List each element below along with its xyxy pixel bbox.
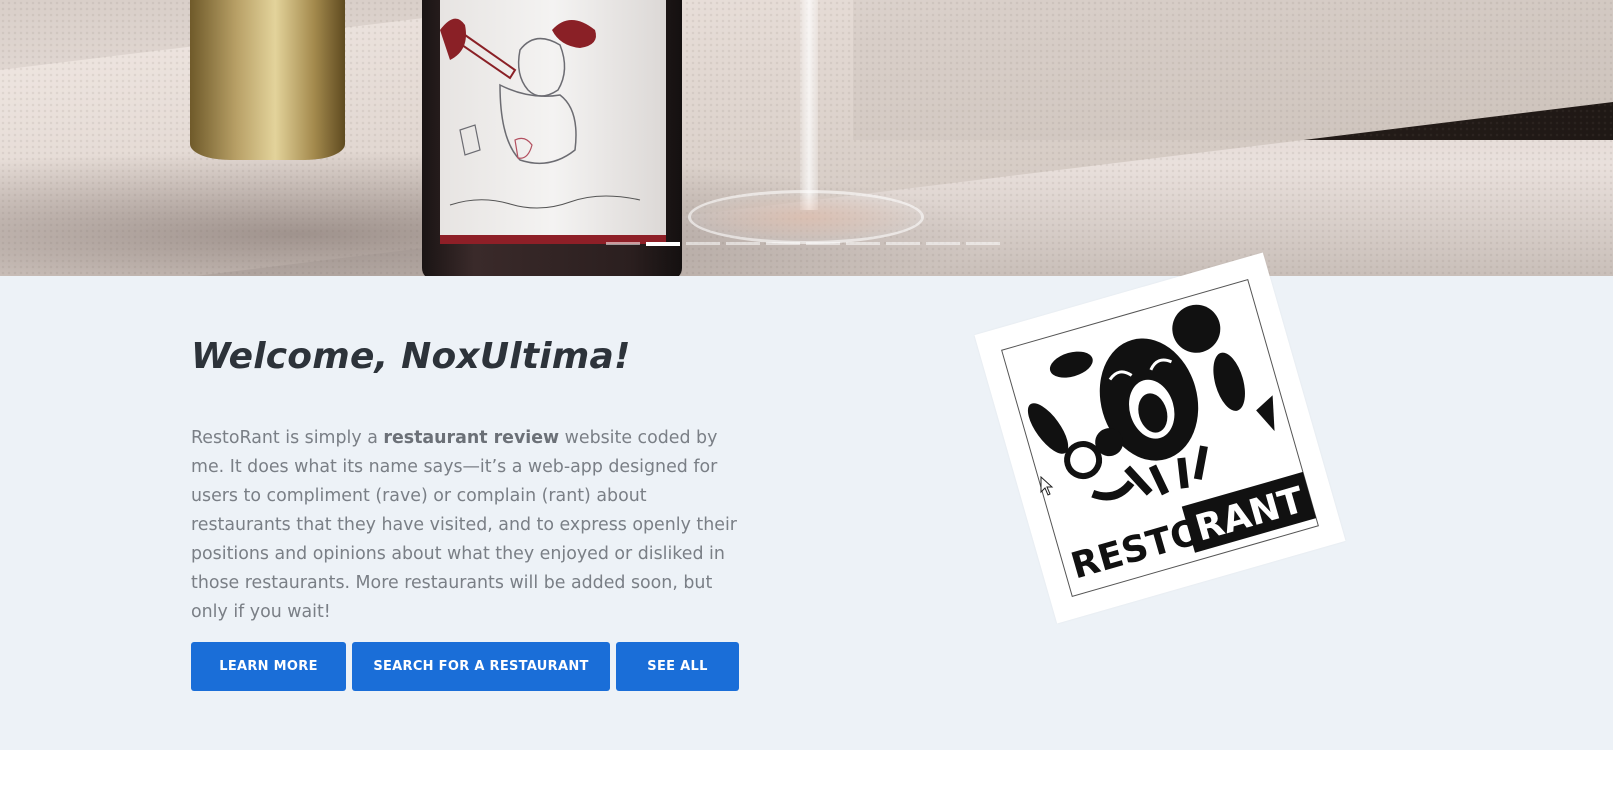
carousel-indicator[interactable] (606, 242, 640, 245)
intro-text-start: RestoRant is simply a (191, 428, 384, 448)
intro-text-bold: restaurant review (383, 428, 560, 448)
carousel-indicator[interactable] (846, 242, 880, 245)
page-bottom (0, 750, 1613, 790)
carousel-indicator[interactable] (766, 242, 800, 245)
intro-text-end: website coded by me. It does what its na… (191, 428, 737, 622)
hero-carousel (0, 0, 1613, 276)
carousel-indicator[interactable] (926, 242, 960, 245)
logo-text-resto: RESTO (1067, 511, 1207, 587)
see-all-button[interactable]: SEE ALL (616, 642, 739, 691)
carousel-indicator[interactable] (886, 242, 920, 245)
action-buttons: LEARN MORE SEARCH FOR A RESTAURANT SEE A… (191, 642, 739, 691)
learn-more-button[interactable]: LEARN MORE (191, 642, 346, 691)
hero-wine-glass-base (688, 190, 924, 244)
hero-bottle-label (440, 0, 666, 244)
carousel-indicator[interactable] (726, 242, 760, 245)
search-restaurant-button[interactable]: SEARCH FOR A RESTAURANT (352, 642, 610, 691)
carousel-indicator[interactable] (646, 242, 680, 246)
hero-gold-cup-image (190, 0, 345, 160)
label-illustration (440, 18, 641, 209)
welcome-heading: Welcome, NoxUltima! (191, 336, 631, 377)
carousel-indicator[interactable] (686, 242, 720, 245)
mouse-cursor-icon (1040, 476, 1054, 496)
carousel-indicator[interactable] (806, 242, 840, 245)
hero-wine-glass-stem (800, 0, 818, 210)
carousel-indicators (606, 242, 1000, 246)
welcome-section: Welcome, NoxUltima! RestoRant is simply … (0, 276, 1613, 750)
intro-paragraph: RestoRant is simply a restaurant review … (191, 424, 751, 627)
carousel-indicator[interactable] (966, 242, 1000, 245)
